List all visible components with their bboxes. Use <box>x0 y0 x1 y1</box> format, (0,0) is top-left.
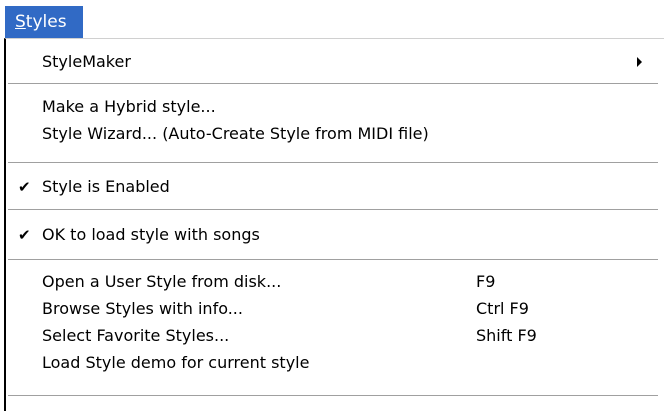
menu-item-load-style-demo[interactable]: Load Style demo for current style <box>6 350 658 376</box>
menu-item-label: Open a User Style from disk... <box>42 272 282 291</box>
menu-item-browse-styles[interactable]: Browse Styles with info... Ctrl F9 <box>6 296 658 322</box>
menu-item-shortcut: F9 <box>476 272 496 291</box>
styles-dropdown-menu: StyleMaker Make a Hybrid style... Style … <box>4 38 664 411</box>
menu-item-select-favorite-styles[interactable]: Select Favorite Styles... Shift F9 <box>6 323 658 349</box>
menu-item-label: Style is Enabled <box>42 177 170 196</box>
menu-item-label: Select Favorite Styles... <box>42 326 230 345</box>
menu-item-style-wizard[interactable]: Style Wizard... (Auto-Create Style from … <box>6 121 658 147</box>
menu-item-shortcut: Ctrl F9 <box>476 299 529 318</box>
styles-menu-title[interactable]: Styles <box>5 6 83 38</box>
menu-item-label: Load Style demo for current style <box>42 353 310 372</box>
styles-menu-access-key: S <box>15 12 26 32</box>
menu-item-label: Make a Hybrid style... <box>42 97 216 116</box>
styles-menu-title-rest: tyles <box>25 12 67 32</box>
checkmark-icon: ✔ <box>18 226 31 244</box>
menu-separator <box>8 83 658 85</box>
menu-item-shortcut: Shift F9 <box>476 326 537 345</box>
menu-item-label: Style Wizard... (Auto-Create Style from … <box>42 124 429 143</box>
menu-item-open-user-style[interactable]: Open a User Style from disk... F9 <box>6 269 658 295</box>
menu-separator <box>8 209 658 211</box>
menu-item-style-is-enabled[interactable]: ✔ Style is Enabled <box>6 174 658 200</box>
menu-item-ok-to-load-style[interactable]: ✔ OK to load style with songs <box>6 222 658 248</box>
menu-item-label: OK to load style with songs <box>42 225 260 244</box>
menu-separator <box>8 259 658 261</box>
menu-item-stylemaker[interactable]: StyleMaker <box>6 49 658 75</box>
menu-item-make-hybrid-style[interactable]: Make a Hybrid style... <box>6 94 658 120</box>
submenu-arrow-icon <box>637 57 642 67</box>
menu-item-label: Browse Styles with info... <box>42 299 243 318</box>
checkmark-icon: ✔ <box>18 178 31 196</box>
menu-separator <box>8 162 658 164</box>
menu-separator <box>8 395 658 397</box>
menu-item-label: StyleMaker <box>42 52 131 71</box>
